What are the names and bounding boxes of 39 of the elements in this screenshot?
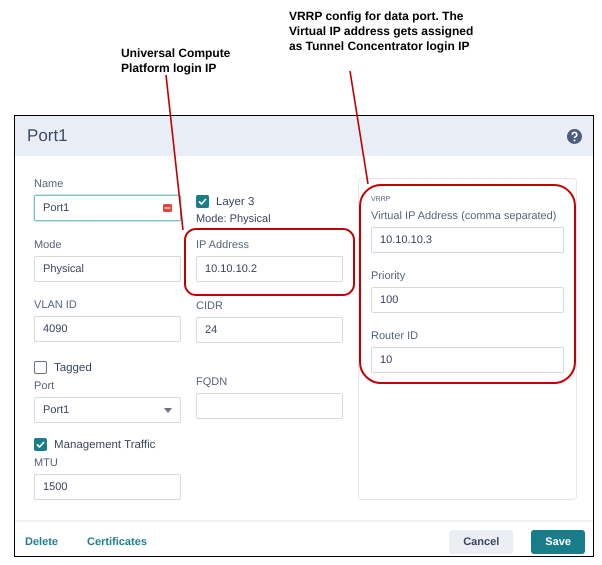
input-field[interactable]: 10 <box>371 347 564 373</box>
field-label: VLAN ID <box>34 299 78 312</box>
port-dropdown[interactable]: Port1 <box>34 397 181 423</box>
annotation-text: Universal Compute Platform login IP <box>121 46 232 76</box>
cancel-button[interactable]: Cancel <box>449 530 514 554</box>
annotation-text: VRRP config for data port. The Virtual IP address gets assigned as Tunnel Concentrator login IP <box>289 9 474 54</box>
input-field[interactable]: Physical <box>34 256 181 282</box>
field-label: Virtual IP Address (comma separated) <box>371 210 558 223</box>
footer-link[interactable]: Delete <box>25 536 58 548</box>
caret-icon <box>164 408 172 412</box>
help-icon[interactable] <box>567 128 582 144</box>
field-label: FQDN <box>196 376 228 389</box>
field-label: Mode <box>34 239 63 252</box>
checkbox[interactable] <box>34 438 47 451</box>
checkbox[interactable] <box>196 195 209 208</box>
field-label: Name <box>34 178 64 191</box>
checkbox-label: Tagged <box>54 362 92 374</box>
input-field[interactable]: 10.10.10.2 <box>196 256 343 282</box>
input-field[interactable]: 4090 <box>34 316 181 342</box>
input-field[interactable]: 10.10.10.3 <box>371 227 564 253</box>
checkbox-label: Management Traffic <box>54 438 156 450</box>
input-field[interactable]: 100 <box>371 287 564 313</box>
field-label: IP Address <box>196 239 250 252</box>
input-field[interactable]: 1500 <box>34 474 181 500</box>
checkbox[interactable] <box>34 361 47 374</box>
field-label: CIDR <box>196 300 224 313</box>
field-label: MTU <box>34 457 59 470</box>
field-label: Port <box>34 380 56 393</box>
field-label: Router ID <box>371 330 420 343</box>
save-button[interactable]: Save <box>531 530 585 554</box>
dialog-title: Port1 <box>27 126 68 146</box>
mode-text: Mode: Physical <box>196 213 272 225</box>
checkbox-label: Layer 3 <box>216 196 254 208</box>
field-label: Priority <box>371 270 406 283</box>
input-field[interactable]: Port1 <box>34 195 181 221</box>
input-field[interactable] <box>196 393 343 419</box>
dots-icon[interactable] <box>163 204 172 212</box>
footer-link[interactable]: Certificates <box>87 536 147 548</box>
input-field[interactable]: 24 <box>196 317 343 343</box>
